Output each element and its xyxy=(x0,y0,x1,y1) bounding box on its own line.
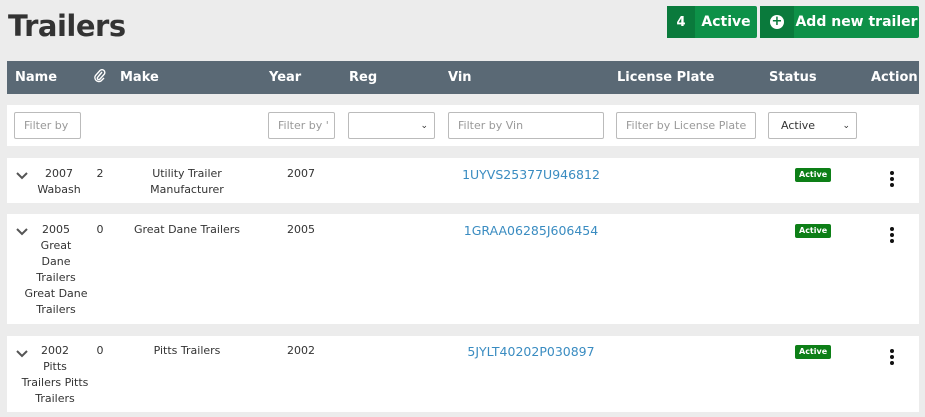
trailer-vin-link[interactable]: 1GRAA06285J606454 xyxy=(447,223,615,239)
col-year[interactable]: Year xyxy=(269,70,301,85)
more-actions-icon[interactable] xyxy=(890,349,894,367)
chevron-down-icon: ⌄ xyxy=(420,120,428,131)
trailer-vin-link[interactable]: 1UYVS25377U946812 xyxy=(447,167,615,183)
table-row[interactable]: 2005 Great Dane Trailers Great Dane Trai… xyxy=(7,214,919,324)
page-title: Trailers xyxy=(8,9,126,43)
trailer-name[interactable]: 2002 Pitts Trailers Pitts Trailers xyxy=(11,343,99,407)
vin-filter-input[interactable]: Filter by Vin xyxy=(448,112,604,139)
status-badge: Active xyxy=(795,168,832,182)
trailer-make: Utility Trailer Manufacturer xyxy=(150,167,224,196)
status-badge: Active xyxy=(795,224,832,238)
status-filter-select[interactable]: Active ⌄ xyxy=(768,112,857,139)
trailer-year: 2007 xyxy=(287,167,315,180)
year-filter-input[interactable]: Filter by ' xyxy=(268,112,335,139)
trailer-make: Pitts Trailers xyxy=(153,344,221,357)
trailer-year: 2002 xyxy=(287,344,315,357)
attachment-count: 2 xyxy=(96,167,104,180)
add-trailer-label: Add new trailer xyxy=(795,14,918,30)
col-reg[interactable]: Reg xyxy=(349,70,377,85)
col-license-plate[interactable]: License Plate xyxy=(617,70,714,85)
attachment-count: 0 xyxy=(96,344,104,357)
col-vin[interactable]: Vin xyxy=(448,70,472,85)
status-badge: Active xyxy=(795,345,832,359)
active-count: 4 xyxy=(667,6,695,38)
trailer-year: 2005 xyxy=(287,223,315,236)
table-row[interactable]: 2007 Wabash 2 Utility Trailer Manufactur… xyxy=(7,158,919,203)
col-action: Action xyxy=(871,70,918,85)
paperclip-icon xyxy=(94,68,106,87)
more-actions-icon[interactable] xyxy=(890,171,894,189)
table-header: Name Make Year Reg Vin License Plate Sta… xyxy=(7,61,919,94)
col-make[interactable]: Make xyxy=(120,70,159,85)
trailer-vin-link[interactable]: 5JYLT40202P030897 xyxy=(447,344,615,360)
license-plate-filter-input[interactable]: Filter by License Plate xyxy=(616,112,756,139)
trailer-name[interactable]: 2005 Great Dane Trailers Great Dane Trai… xyxy=(15,222,97,318)
trailer-make: Great Dane Trailers xyxy=(133,223,241,236)
attachment-count: 0 xyxy=(96,223,104,236)
add-trailer-button[interactable]: + Add new trailer xyxy=(760,6,919,38)
plus-circle-icon: + xyxy=(760,6,794,38)
active-label: Active xyxy=(701,14,751,30)
chevron-down-icon: ⌄ xyxy=(842,120,850,131)
filter-row: Filter by Filter by ' ⌄ Filter by Vin Fi… xyxy=(7,105,919,146)
trailer-name[interactable]: 2007 Wabash xyxy=(33,166,85,198)
active-count-button[interactable]: 4 Active xyxy=(667,6,757,38)
name-filter-input[interactable]: Filter by xyxy=(14,112,81,139)
col-status[interactable]: Status xyxy=(769,70,817,85)
reg-filter-select[interactable]: ⌄ xyxy=(348,112,435,139)
col-name[interactable]: Name xyxy=(15,70,57,85)
table-row[interactable]: 2002 Pitts Trailers Pitts Trailers 0 Pit… xyxy=(7,336,919,412)
more-actions-icon[interactable] xyxy=(890,227,894,245)
chevron-down-icon[interactable] xyxy=(15,168,29,182)
